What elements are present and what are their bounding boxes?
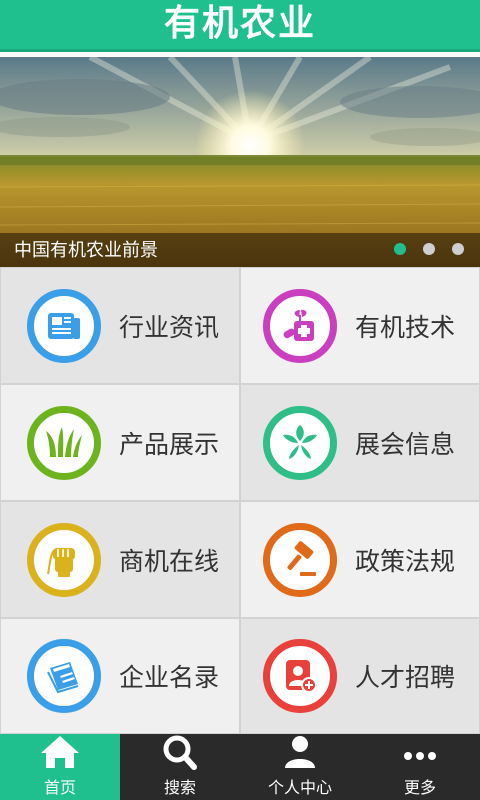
gavel-icon [263, 522, 337, 597]
fist-wheat-icon [27, 522, 101, 597]
menu-item-business-online[interactable]: 商机在线 [0, 501, 240, 618]
menu-item-label: 人才招聘 [355, 663, 456, 692]
carousel-dot[interactable] [423, 243, 435, 255]
menu-item-label: 商机在线 [119, 546, 220, 576]
menu-item-label: 政策法规 [355, 546, 456, 576]
plant-medicine-icon [263, 288, 337, 363]
banner-caption: 中国有机农业前景 [14, 240, 158, 261]
banner-carousel[interactable]: 中国有机农业前景 [0, 57, 480, 267]
carousel-indicators [394, 243, 464, 255]
newspaper-icon [27, 288, 101, 363]
user-icon [285, 736, 315, 768]
menu-item-label: 企业名录 [119, 663, 220, 692]
tab-profile[interactable]: 个人中心 [240, 734, 360, 800]
tab-home[interactable]: 首页 [0, 734, 120, 800]
tab-more[interactable]: 更多 [360, 734, 480, 800]
more-icon [404, 752, 436, 760]
carousel-dot[interactable] [394, 243, 406, 255]
menu-item-label: 行业资讯 [119, 312, 220, 342]
tab-label: 个人中心 [267, 778, 332, 797]
add-user-icon [263, 639, 337, 713]
menu-item-label: 有机技术 [355, 312, 456, 342]
menu-item-recruitment[interactable]: 人才招聘 [240, 618, 480, 734]
menu-item-organic-tech[interactable]: 有机技术 [240, 267, 480, 384]
bottom-tab-bar: 首页 搜索 个人中心 更多 [0, 734, 480, 800]
menu-grid: 行业资讯 有机技术 产品展示 展会信息 商机在线 政策法规 企业名录 人才招聘 [0, 267, 480, 734]
menu-item-directory[interactable]: 企业名录 [0, 618, 240, 734]
menu-item-industry-news[interactable]: 行业资讯 [0, 267, 240, 384]
menu-item-label: 展会信息 [355, 429, 456, 459]
carousel-dot[interactable] [452, 243, 464, 255]
app-header: 有机农业 [0, 0, 480, 52]
book-icon [27, 639, 101, 713]
app-title: 有机农业 [163, 2, 316, 44]
leaf-flower-icon [263, 405, 337, 480]
tab-label: 搜索 [163, 778, 196, 797]
home-icon [41, 736, 79, 768]
grass-icon [27, 405, 101, 480]
search-icon [163, 735, 197, 770]
menu-item-label: 产品展示 [119, 429, 220, 459]
tab-label: 首页 [43, 778, 76, 797]
menu-item-policies[interactable]: 政策法规 [240, 501, 480, 618]
tab-search[interactable]: 搜索 [120, 734, 240, 800]
tab-label: 更多 [403, 778, 436, 797]
menu-item-exhibitions[interactable]: 展会信息 [240, 384, 480, 501]
menu-item-products[interactable]: 产品展示 [0, 384, 240, 501]
